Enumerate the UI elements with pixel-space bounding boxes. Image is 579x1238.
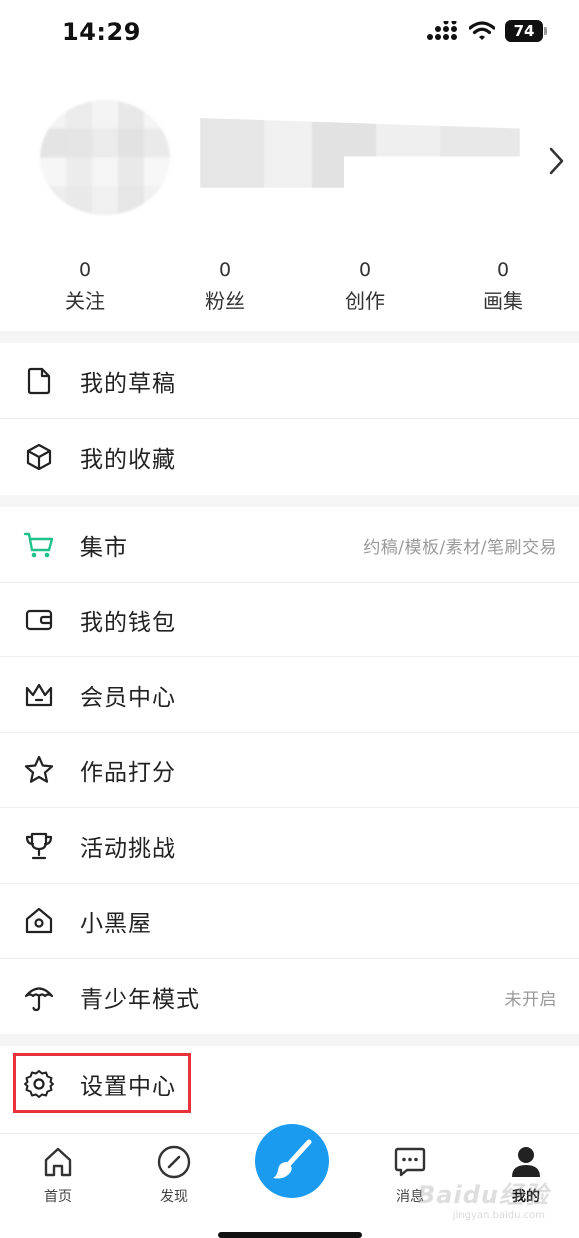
stat-fans-count: 0: [218, 259, 232, 281]
menu-item-membership[interactable]: 会员中心: [0, 657, 579, 733]
trophy-icon: [22, 829, 56, 863]
stat-albums[interactable]: 0 画集: [453, 258, 553, 314]
menu-item-challenge-label: 活动挑战: [80, 836, 176, 862]
section-separator: [0, 331, 579, 343]
menu-item-market-label: 集市: [80, 535, 128, 561]
nav-discover-label: 发现: [160, 1189, 188, 1205]
stat-albums-count: 0: [496, 259, 510, 281]
stat-fans[interactable]: 0 粉丝: [175, 258, 275, 314]
menu-item-rating-label: 作品打分: [80, 760, 176, 786]
status-time: 14:29: [62, 18, 141, 46]
umbrella-icon: [22, 980, 56, 1014]
menu-item-blackroom[interactable]: 小黑屋: [0, 883, 579, 959]
menu-item-favorites[interactable]: 我的收藏: [0, 419, 579, 495]
brush-icon: [273, 1139, 312, 1179]
star-icon: [22, 753, 56, 787]
compass-icon: [134, 1144, 214, 1180]
menu-item-drafts[interactable]: 我的草稿: [0, 343, 579, 419]
profile-stats: 0 关注 0 粉丝 0 创作 0 画集: [0, 258, 579, 322]
nav-home[interactable]: 首页: [18, 1144, 98, 1206]
crown-icon: [22, 678, 56, 712]
menu-item-drafts-label: 我的草稿: [80, 371, 176, 397]
avatar[interactable]: [40, 100, 170, 215]
box-icon: [22, 440, 56, 474]
stat-works-count: 0: [358, 259, 372, 281]
file-icon: [22, 364, 56, 398]
menu-item-favorites-label: 我的收藏: [80, 447, 176, 473]
menu-item-market[interactable]: 集市 约稿/模板/素材/笔刷交易: [0, 507, 579, 583]
highlight-annotation: [13, 1053, 191, 1113]
stat-following-label: 关注: [65, 289, 105, 313]
menu-item-challenge[interactable]: 活动挑战: [0, 808, 579, 884]
stat-albums-label: 画集: [483, 289, 523, 313]
stat-following[interactable]: 0 关注: [35, 258, 135, 314]
username-blurred: [200, 118, 520, 188]
status-indicators: 74: [427, 20, 547, 42]
menu-item-teen-mode-label: 青少年模式: [80, 987, 200, 1013]
menu-item-rating[interactable]: 作品打分: [0, 732, 579, 808]
watermark-brand: Baidu经验: [417, 1181, 549, 1209]
create-button[interactable]: [255, 1124, 329, 1198]
stat-works-label: 创作: [345, 289, 385, 313]
stat-fans-label: 粉丝: [205, 289, 245, 313]
menu-item-blackroom-label: 小黑屋: [80, 911, 152, 937]
watermark-url: jingyan.baidu.com: [452, 1210, 545, 1221]
nav-home-label: 首页: [44, 1189, 72, 1205]
stat-works[interactable]: 0 创作: [315, 258, 415, 314]
menu-item-teen-mode-status: 未开启: [504, 989, 557, 1010]
wallet-icon: [22, 603, 56, 637]
home-icon: [18, 1144, 98, 1180]
house-icon: [22, 904, 56, 938]
menu-item-market-subtitle: 约稿/模板/素材/笔刷交易: [363, 537, 557, 558]
battery-indicator: 74: [505, 20, 547, 42]
cellular-signal-icon: [427, 21, 457, 40]
home-indicator: [218, 1232, 362, 1238]
chevron-right-icon[interactable]: [547, 146, 567, 176]
cart-icon: [22, 528, 56, 562]
menu-item-wallet[interactable]: 我的钱包: [0, 582, 579, 658]
menu-item-membership-label: 会员中心: [80, 685, 176, 711]
profile-header[interactable]: [0, 88, 579, 233]
section-separator: [0, 495, 579, 507]
status-bar: 14:29 74: [0, 0, 579, 64]
wifi-icon: [469, 21, 495, 40]
menu-item-wallet-label: 我的钱包: [80, 610, 176, 636]
section-separator: [0, 1034, 579, 1046]
stat-following-count: 0: [78, 259, 92, 281]
menu-item-teen-mode[interactable]: 青少年模式 未开启: [0, 959, 579, 1035]
nav-discover[interactable]: 发现: [134, 1144, 214, 1206]
